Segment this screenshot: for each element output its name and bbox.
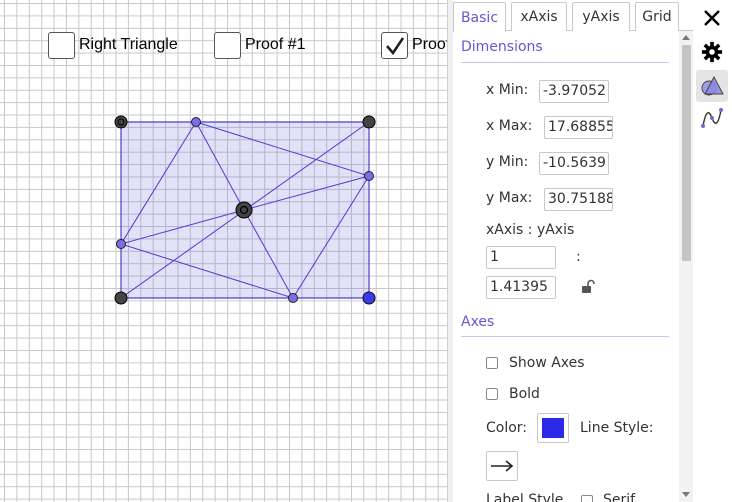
tab-xaxis[interactable]: xAxis	[511, 2, 567, 31]
tab-bar: Basic xAxis yAxis Grid	[453, 0, 693, 32]
checkbox-proof-1[interactable]: Proof #1	[214, 31, 305, 59]
bold-checkbox[interactable]	[486, 388, 498, 400]
checkbox-box[interactable]	[381, 31, 408, 59]
y-min-field[interactable]: -10.5639	[539, 152, 609, 175]
settings-icon	[701, 41, 723, 63]
checkbox-label: Proof #2	[412, 36, 447, 53]
line-style-label: Line Style:	[580, 420, 654, 436]
section-title-axes: Axes	[461, 314, 495, 330]
serif-label: Serif	[603, 492, 636, 502]
graphics-style-icon	[701, 75, 724, 96]
show-axes-checkbox[interactable]	[486, 357, 498, 369]
show-axes-label: Show Axes	[509, 355, 585, 371]
geometry-figure[interactable]	[0, 0, 447, 502]
line-style-button[interactable]	[486, 451, 518, 481]
point-bottom-side[interactable]	[288, 293, 298, 303]
settings-button[interactable]	[696, 36, 728, 68]
section-divider	[461, 62, 669, 63]
serif-checkbox[interactable]	[581, 495, 593, 502]
tab-basic[interactable]: Basic	[453, 2, 506, 32]
y-max-label: y Max:	[486, 190, 533, 206]
checkbox-proof-2[interactable]: Proof #2	[381, 31, 447, 59]
checkbox-box[interactable]	[214, 31, 241, 59]
section-divider	[461, 336, 669, 337]
algebra-style-button[interactable]	[696, 102, 728, 134]
ratio-x-field[interactable]: 1	[486, 246, 556, 269]
tab-yaxis[interactable]: yAxis	[572, 2, 630, 31]
x-max-field[interactable]: 17.68855	[544, 116, 613, 139]
scroll-up-icon[interactable]	[682, 35, 690, 40]
scroll-thumb[interactable]	[682, 45, 691, 261]
color-label: Color:	[486, 420, 528, 436]
point-top-right[interactable]	[362, 115, 376, 129]
x-min-field[interactable]: -3.97052	[539, 80, 609, 103]
x-min-label: x Min:	[486, 82, 529, 98]
checkbox-box[interactable]	[48, 31, 75, 59]
checkbox-right-triangle[interactable]: Right Triangle	[48, 31, 178, 59]
algebra-style-icon	[701, 108, 723, 128]
unlock-icon[interactable]	[580, 279, 596, 295]
scroll-down-icon[interactable]	[682, 492, 690, 497]
point-bottom-left[interactable]	[114, 291, 128, 305]
graphics-style-button[interactable]	[696, 70, 728, 102]
point-top-side[interactable]	[191, 117, 201, 127]
style-toolbar	[693, 0, 732, 502]
panel-scrollbar[interactable]	[679, 31, 693, 502]
color-picker-button[interactable]	[537, 413, 569, 443]
axis-ratio-label: xAxis : yAxis	[486, 222, 575, 238]
arrow-right-icon	[491, 460, 514, 472]
point-top-left[interactable]	[114, 115, 128, 129]
ratio-separator: :	[576, 249, 581, 265]
checkbox-label: Proof #1	[245, 36, 306, 53]
section-title-dimensions: Dimensions	[461, 39, 543, 55]
point-right-side[interactable]	[364, 171, 374, 181]
bold-label: Bold	[509, 386, 540, 402]
y-max-field[interactable]: 30.75188	[544, 188, 613, 211]
graphics-view[interactable]: Right Triangle Proof #1 Proof #2	[0, 0, 447, 502]
close-button[interactable]	[696, 2, 728, 34]
check-icon	[386, 36, 405, 55]
label-style-label: Label Style	[486, 492, 564, 502]
close-icon	[704, 10, 720, 26]
checkbox-label: Right Triangle	[79, 36, 178, 53]
panel-content[interactable]: Dimensions x Min: -3.97052 x Max: 17.688…	[453, 31, 679, 502]
point-left-side[interactable]	[116, 239, 126, 249]
ratio-y-field[interactable]: 1.41395	[486, 276, 556, 299]
y-min-label: y Min:	[486, 154, 529, 170]
properties-panel: Basic xAxis yAxis Grid Dimensions x Min:…	[453, 0, 693, 502]
point-center[interactable]	[235, 201, 253, 219]
x-max-label: x Max:	[486, 118, 533, 134]
point-bottom-right[interactable]	[362, 291, 376, 305]
tab-grid[interactable]: Grid	[635, 2, 679, 31]
color-swatch	[542, 418, 564, 438]
